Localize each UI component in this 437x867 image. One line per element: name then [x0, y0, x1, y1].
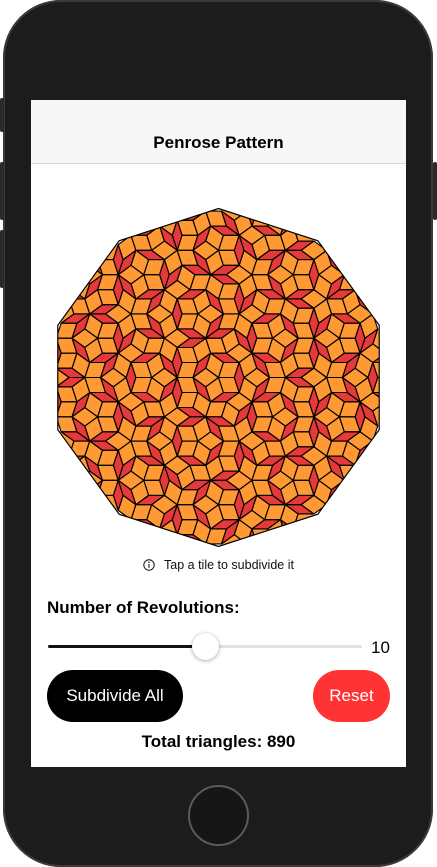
tile-edge — [143, 528, 165, 545]
thick-tile-half[interactable] — [71, 273, 86, 300]
page-title: Penrose Pattern — [153, 133, 284, 152]
reset-button[interactable]: Reset — [313, 670, 390, 722]
thick-tile-half[interactable] — [51, 378, 56, 402]
penrose-tiling[interactable] — [51, 203, 386, 552]
tile-group[interactable] — [51, 210, 386, 545]
revolutions-label: Number of Revolutions: — [47, 598, 240, 617]
subdivide-all-button[interactable]: Subdivide All — [47, 670, 183, 722]
thick-tile-half[interactable] — [338, 480, 362, 497]
home-button[interactable] — [188, 785, 249, 846]
thick-tile-half[interactable] — [338, 258, 362, 275]
slider-fill — [48, 645, 205, 648]
revolutions-value: 10 — [371, 638, 390, 657]
tile-edge — [338, 259, 361, 276]
hint-row: Tap a tile to subdivide it — [31, 557, 406, 573]
tile-edge — [143, 210, 165, 227]
thick-tile-half[interactable] — [142, 528, 165, 545]
slider-thumb[interactable] — [191, 633, 219, 660]
hint-text: Tap a tile to subdivide it — [164, 558, 294, 572]
thick-tile-half[interactable] — [51, 353, 56, 377]
revolutions-slider[interactable] — [48, 631, 362, 661]
tile-edge — [51, 378, 56, 402]
tile-edge — [51, 353, 56, 377]
total-triangles: Total triangles: 890 — [141, 732, 296, 751]
silent-switch — [0, 98, 4, 132]
volume-up-button — [0, 162, 4, 220]
tile-edge — [338, 479, 361, 496]
penrose-canvas[interactable] — [51, 203, 386, 552]
thick-tile-half[interactable] — [71, 455, 86, 482]
app-screen: Penrose Pattern Tap a tile to subdivide … — [31, 100, 406, 767]
volume-down-button — [0, 230, 4, 288]
power-button — [433, 162, 437, 220]
thick-tile-half[interactable] — [142, 210, 165, 227]
info-circle-icon — [143, 559, 155, 571]
navigation-bar: Penrose Pattern — [31, 100, 406, 164]
